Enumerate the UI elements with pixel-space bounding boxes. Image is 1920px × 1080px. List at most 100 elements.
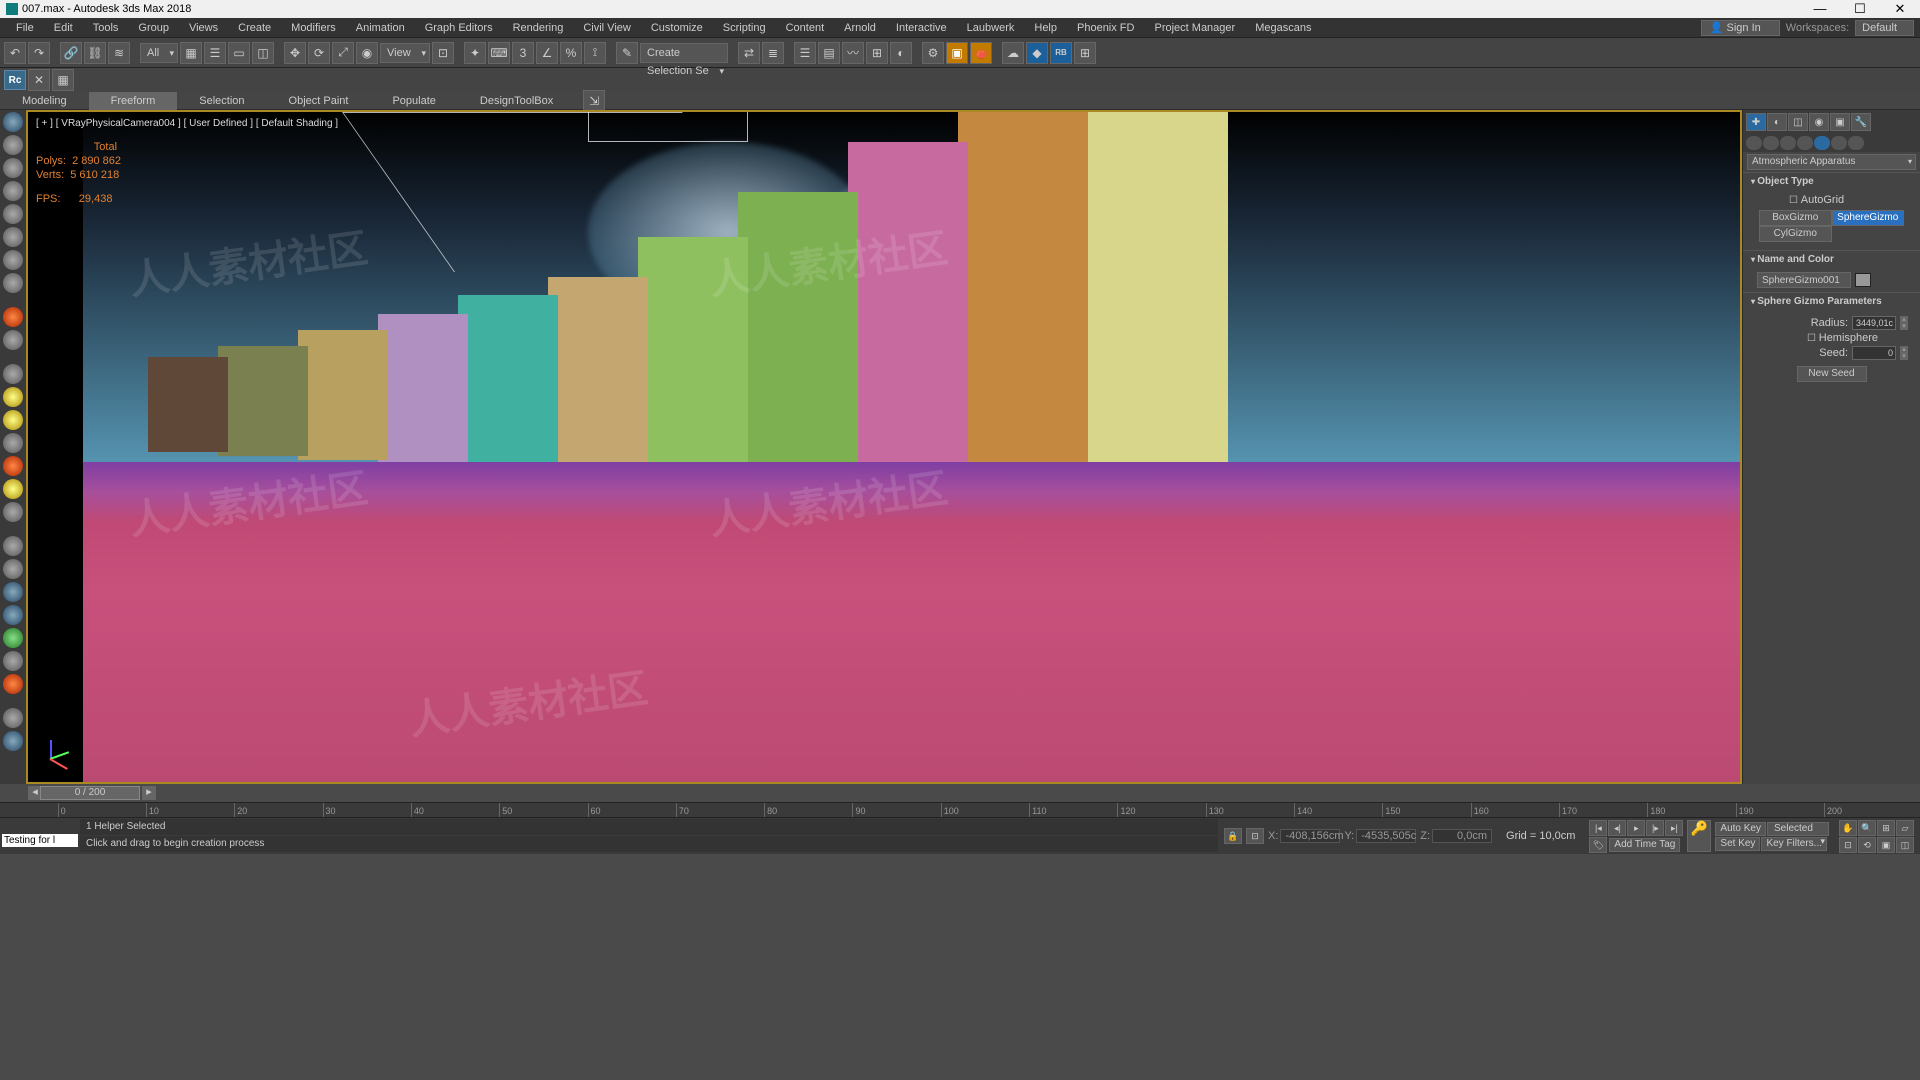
utilities-tab-icon[interactable]: 🔧: [1851, 113, 1871, 131]
left-tool-4[interactable]: [3, 181, 23, 201]
nav-fov-button[interactable]: ▱: [1896, 820, 1914, 836]
nav-pan-button[interactable]: ✋: [1839, 820, 1857, 836]
object-name-input[interactable]: [1757, 272, 1851, 288]
window-crossing-button[interactable]: ◫: [252, 42, 274, 64]
z-coord-input[interactable]: 0,0cm: [1432, 829, 1492, 843]
left-tool-5[interactable]: [3, 204, 23, 224]
align-button[interactable]: ≣: [762, 42, 784, 64]
spinner-snap-button[interactable]: ⟟: [584, 42, 606, 64]
seed-spinner[interactable]: ▴▾: [1900, 346, 1908, 360]
time-next-button[interactable]: ▸: [142, 786, 156, 800]
ribbon-modeling[interactable]: Modeling: [0, 92, 89, 110]
radius-input[interactable]: [1852, 316, 1896, 330]
object-color-swatch[interactable]: [1855, 273, 1871, 287]
nav-zoom-extents-button[interactable]: ⊡: [1839, 837, 1857, 853]
menu-help[interactable]: Help: [1024, 18, 1067, 38]
left-tool-7[interactable]: [3, 250, 23, 270]
left-tool-23[interactable]: [3, 651, 23, 671]
mirror-button[interactable]: ⇄: [738, 42, 760, 64]
viewport-label[interactable]: [ + ] [ VRayPhysicalCamera004 ] [ User D…: [36, 118, 338, 129]
toggle-ribbon-button[interactable]: ▤: [818, 42, 840, 64]
menu-civilview[interactable]: Civil View: [573, 18, 640, 38]
boxgizmo-button[interactable]: BoxGizmo: [1759, 210, 1832, 226]
add-time-tag-button[interactable]: Add Time Tag: [1609, 838, 1680, 852]
nav-extra-button[interactable]: ◫: [1896, 837, 1914, 853]
edit-named-sel-button[interactable]: ✎: [616, 42, 638, 64]
key-filters-dropdown[interactable]: Selected: [1767, 822, 1829, 836]
key-mode-button[interactable]: 🔑: [1687, 820, 1711, 852]
bind-button[interactable]: ≋: [108, 42, 130, 64]
render-setup-button[interactable]: ⚙: [922, 42, 944, 64]
unlink-button[interactable]: ⛓: [84, 42, 106, 64]
ribbon-freeform[interactable]: Freeform: [89, 92, 178, 110]
hemisphere-checkbox[interactable]: ☐ Hemisphere: [1749, 332, 1914, 344]
pivot-button[interactable]: ⊡: [432, 42, 454, 64]
left-tool-22[interactable]: [3, 628, 23, 648]
close-button[interactable]: ✕: [1880, 0, 1920, 18]
menu-phoenixfd[interactable]: Phoenix FD: [1067, 18, 1144, 38]
keyboard-shortcut-button[interactable]: ⌨: [488, 42, 510, 64]
left-tool-9[interactable]: [3, 307, 23, 327]
left-tool-26[interactable]: [3, 731, 23, 751]
helpers-icon[interactable]: [1814, 136, 1830, 150]
angle-snap-button[interactable]: ∠: [536, 42, 558, 64]
goto-end-button[interactable]: ▸|: [1665, 820, 1683, 836]
shapes-icon[interactable]: [1763, 136, 1779, 150]
time-slider[interactable]: ◂ 0 / 200 ▸: [0, 784, 1920, 802]
workspaces-dropdown[interactable]: Default: [1855, 20, 1914, 36]
left-tool-21[interactable]: [3, 605, 23, 625]
menu-edit[interactable]: Edit: [44, 18, 83, 38]
maxscript-listener[interactable]: Testing for l: [2, 834, 78, 847]
radius-spinner[interactable]: ▴▾: [1900, 316, 1908, 330]
isolate-icon[interactable]: ⊡: [1246, 828, 1264, 844]
ribbon-designtoolbox[interactable]: DesignToolBox: [458, 92, 575, 110]
lights-icon[interactable]: [1780, 136, 1796, 150]
named-selection-dropdown[interactable]: Create Selection Se: [640, 43, 728, 63]
menu-scripting[interactable]: Scripting: [713, 18, 776, 38]
y-coord-input[interactable]: -4535,505c: [1356, 829, 1416, 843]
name-color-rollout[interactable]: Name and Color: [1743, 250, 1920, 268]
ribbon-objectpaint[interactable]: Object Paint: [267, 92, 371, 110]
timeline-ruler[interactable]: 0 10 20 30 40 50 60 70 80 90 100 110 120…: [0, 802, 1920, 818]
spacewarps-icon[interactable]: [1831, 136, 1847, 150]
x-coord-input[interactable]: -408,156cm: [1280, 829, 1340, 843]
percent-snap-button[interactable]: %: [560, 42, 582, 64]
menu-file[interactable]: File: [6, 18, 44, 38]
maximize-button[interactable]: ☐: [1840, 0, 1880, 18]
sign-in-dropdown[interactable]: 👤 Sign In: [1701, 20, 1780, 36]
layer-explorer-button[interactable]: ☰: [794, 42, 816, 64]
plugin-c-button[interactable]: ⊞: [1074, 42, 1096, 64]
left-tool-14[interactable]: [3, 433, 23, 453]
new-seed-button[interactable]: New Seed: [1797, 366, 1867, 382]
menu-content[interactable]: Content: [776, 18, 835, 38]
tool2-b-button[interactable]: ▦: [52, 69, 74, 91]
ribbon-populate[interactable]: Populate: [370, 92, 457, 110]
rect-select-button[interactable]: ▭: [228, 42, 250, 64]
material-editor-button[interactable]: ◐: [890, 42, 912, 64]
time-slider-handle[interactable]: 0 / 200: [40, 786, 140, 800]
left-tool-3[interactable]: [3, 158, 23, 178]
left-tool-2[interactable]: [3, 135, 23, 155]
menu-create[interactable]: Create: [228, 18, 281, 38]
left-tool-6[interactable]: [3, 227, 23, 247]
ribbon-expand-button[interactable]: ⇲: [583, 90, 605, 112]
left-tool-15[interactable]: [3, 456, 23, 476]
spheregizmo-button[interactable]: SphereGizmo: [1832, 210, 1905, 226]
left-tool-17[interactable]: [3, 502, 23, 522]
create-tab-icon[interactable]: ✚: [1746, 113, 1766, 131]
schematic-view-button[interactable]: ⊞: [866, 42, 888, 64]
left-tool-10[interactable]: [3, 330, 23, 350]
menu-views[interactable]: Views: [179, 18, 228, 38]
nav-orbit-button[interactable]: ⟲: [1858, 837, 1876, 853]
time-tag-icon[interactable]: 🏷: [1589, 837, 1607, 853]
left-tool-13[interactable]: [3, 410, 23, 430]
autogrid-checkbox[interactable]: ☐ AutoGrid: [1749, 194, 1914, 206]
seed-input[interactable]: [1852, 346, 1896, 360]
manipulate-button[interactable]: ✦: [464, 42, 486, 64]
display-tab-icon[interactable]: ▣: [1830, 113, 1850, 131]
left-tool-25[interactable]: [3, 708, 23, 728]
geometry-icon[interactable]: [1746, 136, 1762, 150]
left-tool-24[interactable]: [3, 674, 23, 694]
lock-selection-icon[interactable]: 🔒: [1224, 828, 1242, 844]
menu-arnold[interactable]: Arnold: [834, 18, 886, 38]
